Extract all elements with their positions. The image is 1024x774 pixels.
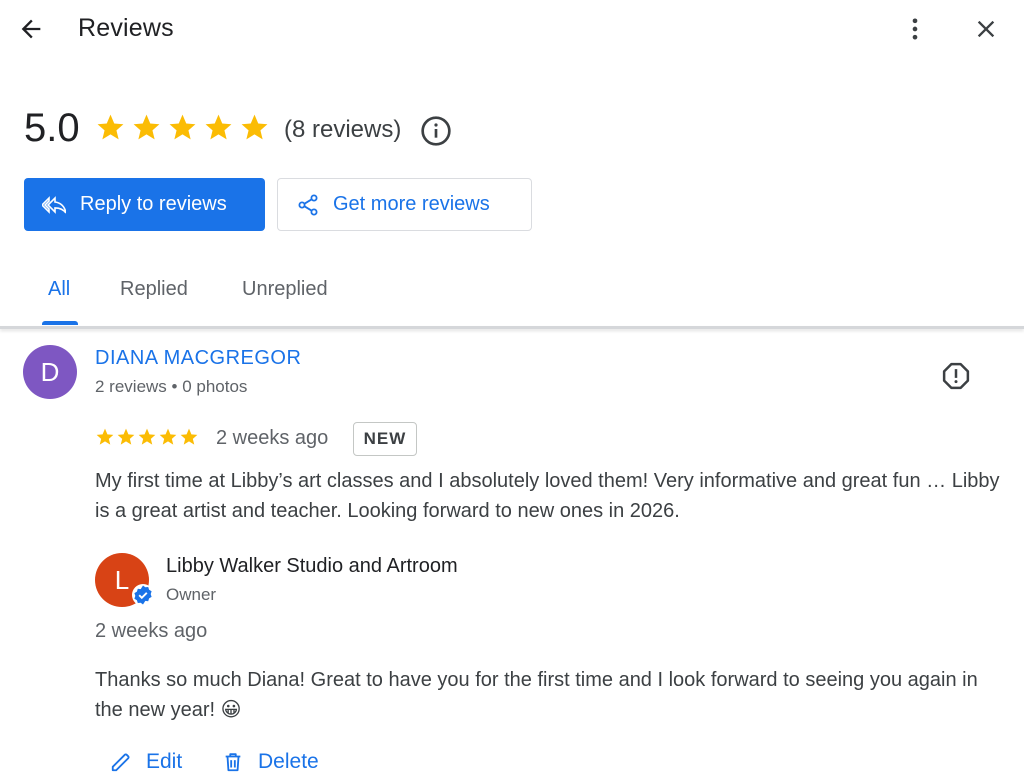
close-button[interactable] (969, 12, 1003, 46)
report-review-button[interactable] (940, 360, 972, 392)
verified-icon (132, 584, 154, 606)
review-star-icon (117, 428, 135, 445)
summary-star-icon (133, 114, 160, 140)
delete-label: Delete (258, 750, 319, 773)
owner-avatar-wrap: L (95, 553, 154, 611)
share-icon (298, 194, 318, 215)
get-more-reviews-label: Get more reviews (333, 193, 490, 215)
owner-name: Libby Walker Studio and Artroom (166, 555, 458, 577)
back-button[interactable] (14, 12, 48, 46)
summary-star-icon (241, 114, 268, 140)
reviewer-avatar-letter: D (40, 356, 60, 387)
reviewer-name[interactable]: DIANA MACGREGOR (95, 347, 301, 370)
review-count: (8 reviews) (284, 116, 402, 143)
reply-text: Thanks so much Diana! Great to have you … (95, 669, 978, 721)
summary-star-icon (97, 114, 124, 140)
review-star-icon (159, 428, 177, 445)
summary-star-icon (205, 114, 232, 140)
owner-avatar-letter: L (114, 564, 130, 595)
review-text: My first time at Libby’s art classes and… (95, 470, 1000, 522)
rating-stars (95, 112, 270, 143)
tab-all[interactable]: All (48, 278, 70, 301)
review-age: 2 weeks ago (216, 427, 329, 449)
review-star-icon (180, 428, 198, 445)
edit-label: Edit (146, 750, 183, 773)
review-stars (95, 427, 199, 447)
edit-reply-button[interactable]: Edit (110, 750, 182, 774)
more-vert-icon (912, 18, 918, 40)
close-icon (977, 20, 995, 38)
reviewer-avatar[interactable]: D (23, 345, 77, 399)
info-button[interactable] (420, 115, 452, 147)
review-star-icon (138, 428, 156, 445)
reply-all-icon (42, 195, 66, 214)
page-title: Reviews (78, 14, 174, 42)
tabs-divider (0, 326, 1024, 329)
delete-reply-button[interactable]: Delete (222, 750, 319, 774)
new-badge: NEW (353, 422, 417, 456)
owner-role: Owner (166, 585, 217, 604)
tab-unreplied[interactable]: Unreplied (242, 278, 328, 301)
reply-age: 2 weeks ago (95, 620, 208, 642)
info-icon (421, 116, 451, 146)
arrow-back-icon (21, 19, 41, 39)
tab-active-indicator (42, 321, 78, 325)
tab-replied[interactable]: Replied (120, 278, 188, 301)
reviewer-meta: 2 reviews • 0 photos (95, 377, 248, 396)
review-star-icon (96, 428, 114, 445)
report-icon (942, 362, 970, 390)
more-options-button[interactable] (898, 12, 932, 46)
summary-star-icon (169, 114, 196, 140)
reply-to-reviews-label: Reply to reviews (80, 193, 227, 215)
average-rating: 5.0 (24, 106, 80, 150)
get-more-reviews-button[interactable]: Get more reviews (277, 178, 532, 231)
reply-to-reviews-button[interactable]: Reply to reviews (24, 178, 265, 231)
